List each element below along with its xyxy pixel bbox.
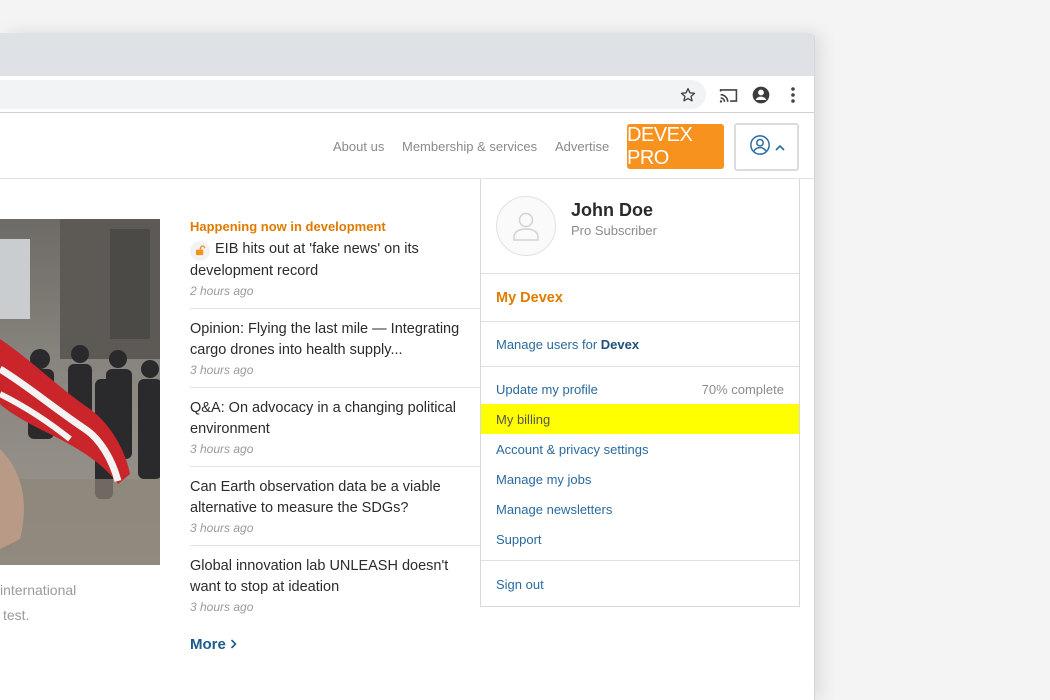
tab-strip [0, 33, 814, 76]
address-bar[interactable] [0, 80, 706, 109]
news-item-title[interactable]: EIB hits out at 'fake news' on its devel… [190, 239, 480, 282]
manage-jobs-item[interactable]: Manage my jobs [481, 464, 799, 494]
news-item-title[interactable]: Q&A: On advocacy in a changing political… [190, 398, 480, 440]
user-role: Pro Subscriber [571, 223, 657, 238]
more-link[interactable]: More [190, 636, 237, 653]
news-item[interactable]: Opinion: Flying the last mile — Integrat… [190, 309, 480, 388]
sign-out-link[interactable]: Sign out [496, 577, 544, 592]
news-title-text: EIB hits out at 'fake news' on its devel… [190, 241, 419, 279]
news-item[interactable]: Q&A: On advocacy in a changing political… [190, 388, 480, 467]
chevron-right-icon [230, 636, 237, 653]
hero-caption-line: test. [3, 607, 30, 623]
news-item-time: 3 hours ago [190, 520, 254, 535]
manage-users-section: Manage users for Devex [481, 322, 799, 367]
site-header: About us Membership & services Advertise… [0, 114, 814, 179]
divider [481, 560, 799, 561]
bookmark-star-icon[interactable] [677, 84, 699, 106]
update-profile-link[interactable]: Update my profile [496, 382, 598, 397]
my-devex-link[interactable]: My Devex [496, 290, 563, 306]
billing-link[interactable]: My billing [496, 412, 550, 427]
kebab-menu-icon[interactable] [782, 84, 804, 106]
news-heading: Happening now in development [190, 219, 386, 234]
avatar[interactable] [496, 196, 556, 256]
news-item[interactable]: Can Earth observation data be a viable a… [190, 467, 480, 546]
my-devex-section: My Devex [481, 274, 799, 322]
user-menu-toggle[interactable] [734, 123, 799, 171]
hero-photo[interactable] [0, 219, 160, 565]
profile-summary: John Doe Pro Subscriber [481, 179, 799, 274]
browser-toolbar [0, 76, 814, 113]
news-item-title[interactable]: Opinion: Flying the last mile — Integrat… [190, 319, 480, 361]
user-circle-icon [749, 134, 771, 161]
news-item-title[interactable]: Can Earth observation data be a viable a… [190, 477, 480, 519]
news-item[interactable]: EIB hits out at 'fake news' on its devel… [190, 239, 480, 309]
support-item[interactable]: Support [481, 524, 799, 554]
manage-users-org: Devex [600, 337, 640, 352]
profile-completion: 70% complete [701, 381, 784, 397]
nav-about-us[interactable]: About us [333, 139, 384, 154]
news-list: Happening now in development EIB hits ou… [190, 219, 480, 624]
browser-window: About us Membership & services Advertise… [0, 33, 815, 700]
support-link[interactable]: Support [496, 532, 542, 547]
account-privacy-item[interactable]: Account & privacy settings [481, 434, 799, 464]
account-privacy-link[interactable]: Account & privacy settings [496, 442, 648, 457]
nav-advertise[interactable]: Advertise [555, 139, 609, 154]
account-circle-icon[interactable] [750, 84, 772, 106]
billing-item[interactable]: My billing [481, 404, 799, 434]
cast-icon[interactable] [717, 84, 739, 106]
sign-out-item[interactable]: Sign out [481, 569, 799, 599]
news-item-time: 3 hours ago [190, 441, 254, 456]
chevron-up-icon [774, 138, 785, 156]
devex-pro-button[interactable]: DEVEX PRO [627, 124, 724, 169]
user-name: John Doe [571, 200, 654, 220]
manage-jobs-link[interactable]: Manage my jobs [496, 472, 591, 487]
manage-users-label: Manage users for [496, 337, 598, 352]
news-item-time: 2 hours ago [190, 283, 254, 298]
update-profile-item[interactable]: Update my profile 70% complete [481, 374, 799, 404]
unlock-icon [190, 240, 210, 261]
nav-membership[interactable]: Membership & services [402, 139, 537, 154]
more-link-label: More [190, 636, 226, 653]
hero-caption-line: international [0, 582, 77, 598]
manage-newsletters-item[interactable]: Manage newsletters [481, 494, 799, 524]
news-item[interactable]: Global innovation lab UNLEASH doesn't wa… [190, 546, 480, 624]
user-dropdown-menu: John Doe Pro Subscriber My Devex Manage … [480, 179, 800, 607]
manage-newsletters-link[interactable]: Manage newsletters [496, 502, 612, 517]
news-item-time: 3 hours ago [190, 599, 254, 614]
news-item-time: 3 hours ago [190, 362, 254, 377]
news-item-title[interactable]: Global innovation lab UNLEASH doesn't wa… [190, 556, 480, 598]
hero-caption: international test. [0, 578, 77, 628]
manage-users-link[interactable]: Manage users for Devex [496, 337, 639, 352]
